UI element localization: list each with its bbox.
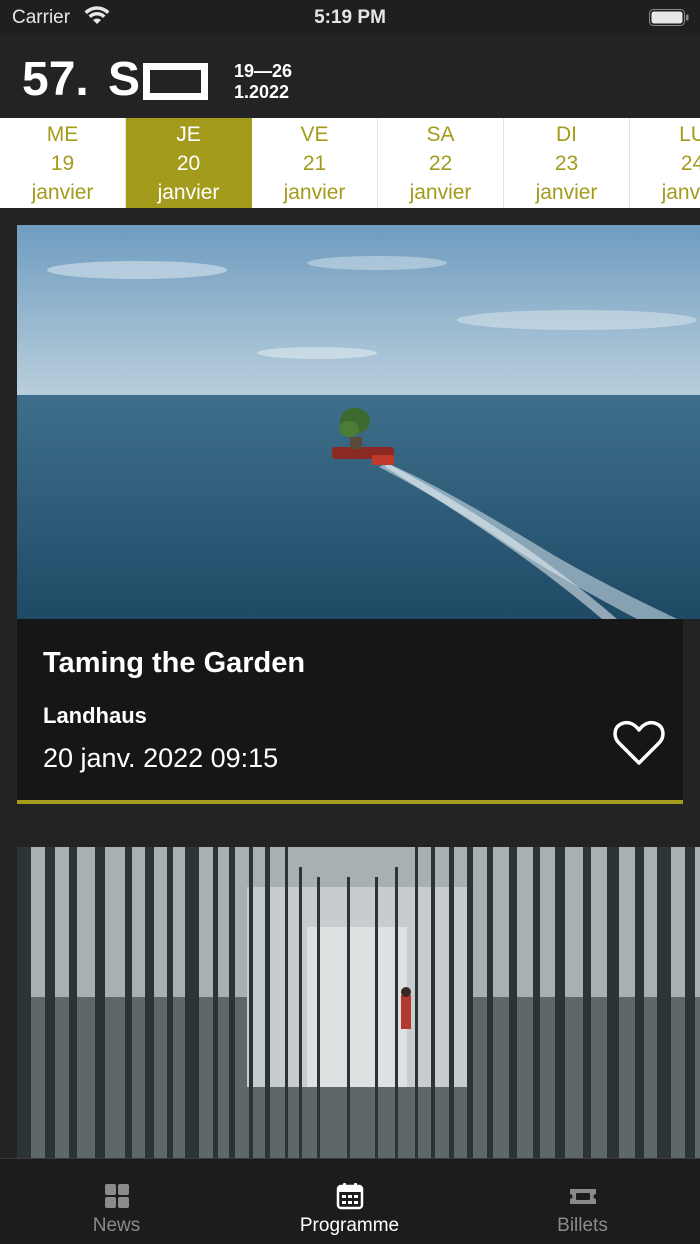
day-month: janvier: [535, 181, 598, 204]
event-image: [17, 847, 700, 1158]
event-card[interactable]: Taming the Garden Landhaus 20 janv. 2022…: [17, 225, 700, 804]
event-card[interactable]: [17, 847, 700, 1158]
event-venue: Landhaus: [43, 703, 147, 728]
day-month: janvier: [157, 181, 220, 204]
clock: 5:19 PM: [314, 7, 386, 28]
tab-billets[interactable]: Billets: [466, 1159, 699, 1244]
day-tab-23[interactable]: DI 23 janvier: [504, 118, 630, 208]
logo-frame-shape: [143, 63, 208, 100]
event-datetime: 20 janv. 2022 09:15: [43, 743, 279, 773]
tab-news[interactable]: News: [0, 1159, 233, 1244]
day-tab-19[interactable]: ME 19 janvier: [0, 118, 126, 208]
festival-dates: 19—26 1.2022: [234, 61, 292, 103]
day-weekday: LU: [679, 123, 700, 146]
day-tab-20[interactable]: JE 20 janvier: [126, 118, 252, 208]
app-screen: Carrier 5:19 PM 57. S 19—26 1.2022 ME 19…: [0, 0, 700, 1244]
festival-dates-year: 1.2022: [234, 82, 290, 102]
bottom-tab-bar: News Programme Billets: [0, 1158, 700, 1244]
day-month: janvier: [409, 181, 472, 204]
day-selector: ME 19 janvier JE 20 janvier VE 21 janvie…: [0, 118, 700, 208]
logo-letter: S: [108, 53, 141, 106]
status-bar: Carrier 5:19 PM: [0, 0, 700, 34]
day-number: 22: [428, 152, 453, 175]
sea-boat-tree-picture: [17, 225, 700, 619]
day-weekday: DI: [556, 123, 577, 146]
day-number: 24: [680, 152, 700, 175]
day-weekday: SA: [426, 123, 455, 146]
event-image: [17, 225, 700, 619]
event-title: Taming the Garden: [43, 647, 306, 679]
day-weekday: VE: [300, 123, 329, 146]
day-tab-24[interactable]: LU 24 janvier: [630, 118, 700, 208]
festival-dates-range: 19—26: [234, 61, 293, 81]
day-number: 21: [302, 152, 327, 175]
tab-news-label: News: [92, 1215, 141, 1236]
day-tab-21[interactable]: VE 21 janvier: [252, 118, 378, 208]
app-header: 57. S 19—26 1.2022: [0, 34, 700, 118]
tab-billets-label: Billets: [557, 1215, 608, 1236]
day-number: 23: [554, 152, 579, 175]
heart-outline-icon[interactable]: [613, 720, 665, 766]
ticket-icon: [570, 1189, 596, 1204]
tab-programme[interactable]: Programme: [233, 1159, 466, 1244]
day-month: janvier: [661, 181, 700, 204]
day-tab-22[interactable]: SA 22 janvier: [378, 118, 504, 208]
event-info: Taming the Garden Landhaus 20 janv. 2022…: [17, 619, 683, 804]
day-weekday: ME: [46, 123, 79, 146]
day-number: 20: [176, 152, 201, 175]
calendar-icon: [336, 1183, 364, 1210]
news-grid-icon: [105, 1184, 129, 1208]
industrial-hall-picture: [17, 847, 700, 1158]
logo-edition-number: 57.: [22, 53, 89, 106]
day-month: janvier: [31, 181, 94, 204]
day-month: janvier: [283, 181, 346, 204]
battery-icon: [649, 9, 689, 26]
day-weekday: JE: [176, 123, 201, 146]
day-number: 19: [50, 152, 75, 175]
tab-programme-label: Programme: [299, 1215, 400, 1236]
